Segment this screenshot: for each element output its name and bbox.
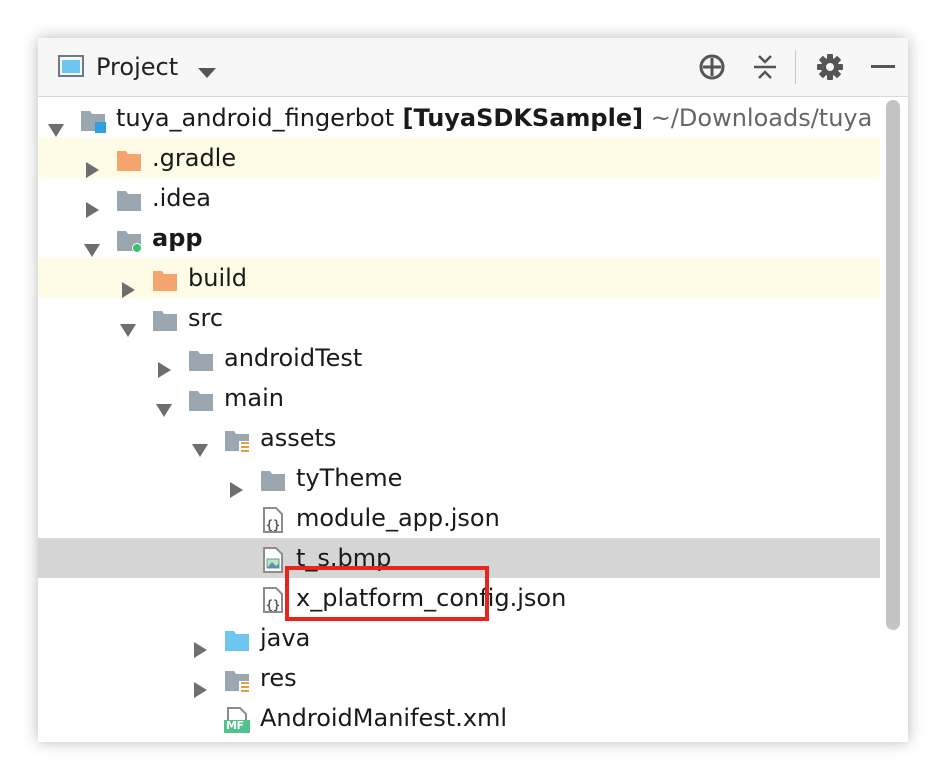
project-name-label: [TuyaSDKSample]	[394, 104, 644, 132]
gear-icon[interactable]	[815, 52, 845, 82]
chevron-down-icon[interactable]	[48, 110, 64, 137]
tree-item-label: .idea	[152, 184, 212, 212]
tree-item-tytheme[interactable]: tyTheme	[38, 458, 880, 498]
chevron-right-icon[interactable]	[84, 190, 100, 218]
toolbar-separator	[795, 50, 796, 84]
tree-item-label: assets	[260, 424, 337, 452]
excluded-folder-icon	[116, 145, 142, 171]
collapse-all-icon[interactable]	[750, 52, 780, 82]
tree-item-label: app	[152, 224, 203, 252]
chevron-right-icon[interactable]	[156, 350, 172, 378]
project-toolbar: Project	[38, 38, 908, 97]
folder-icon	[188, 385, 214, 411]
tree-item-src[interactable]: src	[38, 298, 880, 338]
tree-item-label: java	[260, 624, 311, 652]
project-tree: tuya_android_fingerbot [TuyaSDKSample] ~…	[38, 98, 880, 742]
tree-item-gradle[interactable]: .gradle	[38, 138, 880, 178]
tree-item-label: AndroidManifest.xml	[260, 704, 508, 732]
vertical-scrollbar[interactable]	[886, 100, 900, 630]
excluded-folder-icon	[152, 265, 178, 291]
locate-icon[interactable]	[697, 52, 727, 82]
folder-icon	[188, 345, 214, 371]
folder-icon	[116, 185, 142, 211]
svg-text:{}: {}	[266, 518, 280, 532]
tree-item-label: module_app.json	[296, 504, 500, 532]
android-module-icon	[116, 225, 142, 253]
tree-item-label: build	[188, 264, 248, 292]
resource-folder-icon	[224, 425, 250, 453]
tree-item-label: .gradle	[152, 144, 237, 172]
dropdown-icon[interactable]	[198, 63, 216, 82]
tree-item-tuya-android-fingerbot[interactable]: tuya_android_fingerbot [TuyaSDKSample] ~…	[38, 98, 880, 138]
tree-item-label: androidTest	[224, 344, 363, 372]
tree-item-build[interactable]: build	[38, 258, 880, 298]
tree-item-app[interactable]: app	[38, 218, 880, 258]
tree-item-androidmanifest-xml[interactable]: MF AndroidManifest.xml	[38, 698, 880, 738]
tree-item-label: main	[224, 384, 284, 412]
tree-item-label: src	[188, 304, 224, 332]
chevron-down-icon[interactable]	[192, 430, 208, 457]
resource-folder-icon	[224, 665, 250, 693]
chevron-down-icon[interactable]	[84, 230, 100, 257]
chevron-right-icon[interactable]	[120, 270, 136, 298]
project-path-label: ~/Downloads/tuya	[643, 104, 873, 132]
chevron-right-icon[interactable]	[228, 470, 244, 498]
image-file-icon	[260, 545, 286, 573]
tree-item-androidtest[interactable]: androidTest	[38, 338, 880, 378]
project-view-icon	[58, 55, 84, 77]
folder-icon	[260, 465, 286, 491]
tree-item-label: res	[260, 664, 297, 692]
tree-item-main[interactable]: main	[38, 378, 880, 418]
tree-item-assets[interactable]: assets	[38, 418, 880, 458]
tree-item-label: tuya_android_fingerbot	[116, 104, 395, 132]
tree-item-res[interactable]: res	[38, 658, 880, 698]
json-file-icon: {}	[260, 505, 286, 533]
tree-item-module-app-json[interactable]: {} module_app.json	[38, 498, 880, 538]
tree-item-java[interactable]: java	[38, 618, 880, 658]
project-panel: Project tuya_android_fingerbot [TuyaSDKS…	[38, 38, 908, 742]
svg-text:{}: {}	[266, 598, 280, 612]
chevron-right-icon[interactable]	[192, 630, 208, 658]
chevron-right-icon[interactable]	[84, 150, 100, 178]
minimize-icon[interactable]	[868, 52, 898, 82]
manifest-badge: MF	[226, 719, 244, 732]
highlight-callout	[285, 566, 489, 621]
tree-item-idea[interactable]: .idea	[38, 178, 880, 218]
panel-title[interactable]: Project	[96, 51, 178, 83]
chevron-down-icon[interactable]	[120, 310, 136, 337]
chevron-down-icon[interactable]	[156, 390, 172, 417]
folder-icon	[152, 305, 178, 331]
json-file-icon: {}	[260, 585, 286, 613]
source-folder-icon	[224, 625, 250, 651]
module-folder-icon	[80, 105, 106, 133]
tree-item-label: tyTheme	[296, 464, 403, 492]
chevron-right-icon[interactable]	[192, 670, 208, 698]
